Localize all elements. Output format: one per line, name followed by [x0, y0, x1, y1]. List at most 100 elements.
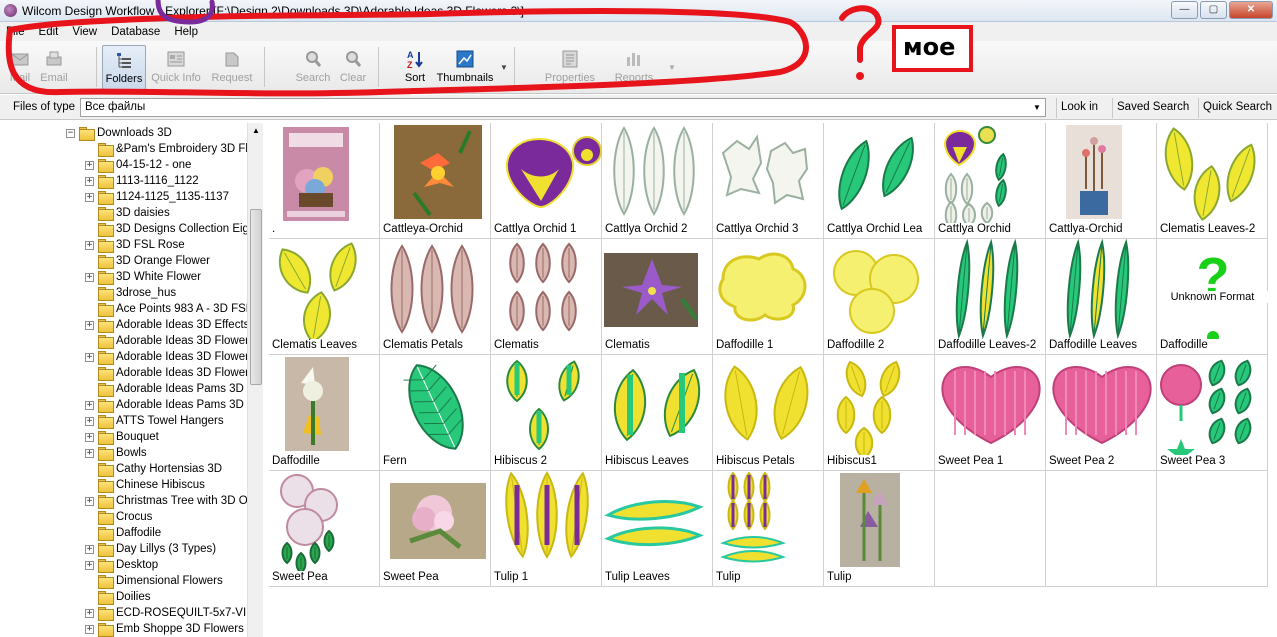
tree-folder-item[interactable]: 3D Orange Flower	[85, 253, 210, 269]
design-thumbnail[interactable]: Clematis Leaves	[269, 239, 380, 355]
menu-view[interactable]: View	[72, 26, 97, 38]
tree-folder-item[interactable]: Chinese Hibiscus	[85, 477, 205, 493]
tree-folder-item[interactable]: Adorable Ideas Pams 3D F	[85, 381, 254, 397]
expand-icon[interactable]: +	[85, 160, 94, 170]
quick-search-button[interactable]: Quick Search	[1198, 98, 1276, 118]
expand-icon[interactable]: +	[85, 432, 94, 442]
thumbnails-dropdown-arrow[interactable]: ▼	[500, 63, 508, 72]
design-thumbnail[interactable]: Clematis Petals	[380, 239, 491, 355]
files-of-type-select[interactable]: Все файлы ▼	[80, 98, 1046, 117]
design-thumbnail[interactable]: Sweet Pea	[269, 471, 380, 587]
menu-database[interactable]: Database	[111, 26, 160, 38]
expand-icon[interactable]: +	[85, 624, 94, 634]
design-thumbnail[interactable]: Tulip	[824, 471, 935, 587]
expand-icon[interactable]: +	[85, 544, 94, 554]
design-thumbnail[interactable]: Sweet Pea	[380, 471, 491, 587]
scrollbar-thumb[interactable]	[250, 209, 262, 385]
folders-button[interactable]: Folders	[102, 45, 146, 90]
tree-folder-item[interactable]: + Christmas Tree with 3D Or	[85, 493, 251, 509]
expand-icon[interactable]: +	[85, 272, 94, 282]
design-thumbnail[interactable]: Cattlya Orchid Lea	[824, 123, 935, 239]
design-thumbnail[interactable]: Daffodille Leaves	[1046, 239, 1157, 355]
design-thumbnail[interactable]: Sweet Pea 2	[1046, 355, 1157, 471]
tree-folder-item[interactable]: &Pam's Embroidery 3D Flo	[85, 141, 254, 157]
design-thumbnail[interactable]: Clematis Leaves-2	[1157, 123, 1268, 239]
tree-folder-item[interactable]: +1113-1116_1122	[85, 173, 199, 189]
design-thumbnail[interactable]: Daffodille Leaves-2	[935, 239, 1046, 355]
tree-folder-item[interactable]: Daffodile	[85, 525, 161, 541]
tree-folder-item[interactable]: Cathy Hortensias 3D	[85, 461, 222, 477]
look-in-button[interactable]: Look in	[1056, 98, 1102, 118]
tree-folder-item[interactable]: + Bouquet	[85, 429, 159, 445]
design-thumbnail[interactable]: Tulip Leaves	[602, 471, 713, 587]
tree-folder-item[interactable]: +3D White Flower	[85, 269, 201, 285]
reports-dropdown-arrow[interactable]: ▼	[668, 63, 676, 72]
design-thumbnail[interactable]: Cattlya Orchid 3	[713, 123, 824, 239]
tree-folder-item[interactable]: + Emb Shoppe 3D Flowers	[85, 621, 244, 637]
design-thumbnail[interactable]: Cattleya-Orchid	[380, 123, 491, 239]
design-thumbnail[interactable]: Clematis	[491, 239, 602, 355]
design-thumbnail[interactable]: Cattlya Orchid 2	[602, 123, 713, 239]
design-thumbnail[interactable]: .	[269, 123, 380, 239]
tree-folder-item[interactable]: + Adorable Ideas 3D Effects	[85, 317, 249, 333]
design-thumbnail[interactable]: Hibiscus1	[824, 355, 935, 471]
search-button[interactable]: Search	[294, 45, 332, 90]
tree-scrollbar[interactable]: ▲	[247, 123, 263, 637]
tree-folder-item[interactable]: Dimensional Flowers	[85, 573, 223, 589]
expand-icon[interactable]: +	[85, 496, 94, 506]
properties-button[interactable]: Properties	[540, 45, 600, 90]
scroll-up-arrow[interactable]: ▲	[248, 123, 264, 139]
thumbnails-button[interactable]: Thumbnails	[434, 45, 496, 90]
tree-folder-item[interactable]: +04-15-12 - one	[85, 157, 191, 173]
design-thumbnail[interactable]: ? Unknown Format Daffodille	[1157, 239, 1268, 355]
chevron-down-icon[interactable]: ▼	[1029, 99, 1045, 116]
expand-icon[interactable]: +	[85, 176, 94, 186]
design-thumbnail[interactable]: Fern	[380, 355, 491, 471]
menu-edit[interactable]: Edit	[39, 26, 59, 38]
tree-folder-item[interactable]: 3D daisies	[85, 205, 170, 221]
design-thumbnail[interactable]: Hibiscus Petals	[713, 355, 824, 471]
saved-search-button[interactable]: Saved Search	[1112, 98, 1193, 118]
expand-icon[interactable]: +	[85, 448, 94, 458]
reports-button[interactable]: Reports	[608, 45, 660, 90]
tree-folder-item[interactable]: + Bowls	[85, 445, 147, 461]
design-thumbnail[interactable]: Tulip 1	[491, 471, 602, 587]
tree-folder-item[interactable]: Adorable Ideas 3D Flowers	[85, 365, 255, 381]
design-thumbnail[interactable]: Daffodille 2	[824, 239, 935, 355]
request-button[interactable]: Request	[208, 45, 256, 90]
design-thumbnail[interactable]: Hibiscus 2	[491, 355, 602, 471]
design-thumbnail[interactable]: Sweet Pea 3	[1157, 355, 1268, 471]
tree-folder-item[interactable]: + ATTS Towel Hangers	[85, 413, 224, 429]
tree-folder-item[interactable]: +3D FSL Rose	[85, 237, 185, 253]
tree-folder-item[interactable]: 3drose_hus	[85, 285, 176, 301]
close-button[interactable]: ✕	[1229, 1, 1273, 19]
clear-button[interactable]: Clear	[336, 45, 370, 90]
expand-icon[interactable]: +	[85, 560, 94, 570]
quick-info-button[interactable]: Quick Info	[150, 45, 202, 90]
expand-icon[interactable]: +	[85, 192, 94, 202]
design-thumbnail[interactable]: Daffodille 1	[713, 239, 824, 355]
expand-icon[interactable]: +	[85, 416, 94, 426]
tree-root-downloads-3d[interactable]: − Downloads 3D	[66, 125, 172, 141]
maximize-button[interactable]: ▢	[1200, 1, 1227, 19]
tree-folder-item[interactable]: + Desktop	[85, 557, 158, 573]
design-thumbnail[interactable]: Clematis	[602, 239, 713, 355]
tree-folder-item[interactable]: Crocus	[85, 509, 152, 525]
expand-icon[interactable]: +	[85, 240, 94, 250]
tree-folder-item[interactable]: + ECD-ROSEQUILT-5x7-VIP	[85, 605, 254, 621]
menu-file[interactable]: File	[6, 26, 25, 38]
menu-help[interactable]: Help	[174, 26, 198, 38]
expand-icon[interactable]: +	[85, 400, 94, 410]
tree-folder-item[interactable]: 3D Designs Collection Eigh	[85, 221, 255, 237]
tree-folder-item[interactable]: Adorable Ideas 3D Flowers	[85, 333, 255, 349]
tree-folder-item[interactable]: + Adorable Ideas Pams 3D F	[85, 397, 254, 413]
sort-button[interactable]: AZ Sort	[398, 45, 432, 90]
expand-icon[interactable]: +	[85, 320, 94, 330]
design-thumbnail[interactable]: Hibiscus Leaves	[602, 355, 713, 471]
tree-folder-item[interactable]: Ace Points 983 A - 3D FSL	[85, 301, 252, 317]
design-thumbnail[interactable]: Daffodille	[269, 355, 380, 471]
design-thumbnail[interactable]: Cattlya-Orchid	[1046, 123, 1157, 239]
expand-icon[interactable]: +	[85, 352, 94, 362]
design-thumbnail[interactable]: Sweet Pea 1	[935, 355, 1046, 471]
tree-folder-item[interactable]: +1124-1125_1135-1137	[85, 189, 229, 205]
